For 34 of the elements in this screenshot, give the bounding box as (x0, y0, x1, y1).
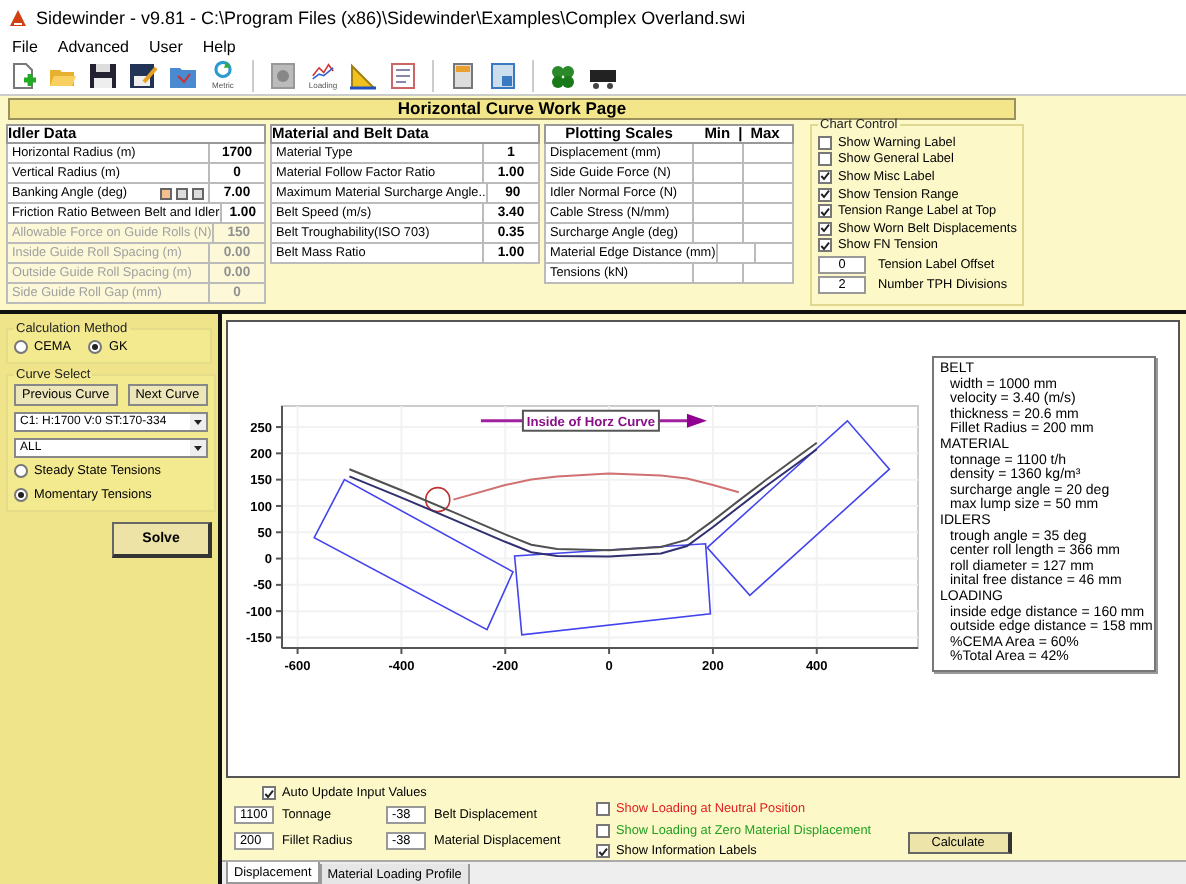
radio-button[interactable] (88, 339, 103, 354)
chart-icon (310, 60, 336, 82)
report-icon[interactable] (388, 61, 418, 89)
checkbox[interactable] (596, 844, 610, 859)
radio-button[interactable] (14, 339, 28, 354)
checkbox[interactable] (596, 802, 610, 817)
checkbox[interactable] (596, 823, 610, 838)
checkbox[interactable] (262, 786, 276, 801)
checkbox[interactable] (818, 238, 832, 253)
save-edit-icon[interactable] (128, 61, 158, 89)
cluster-icon[interactable] (548, 61, 578, 89)
app-icon (8, 8, 28, 28)
window-title: Sidewinder - v9.81 - C:\Program Files (x86)\Sidewinder\Examples\Complex Overland.swi (36, 8, 746, 28)
checkbox[interactable] (818, 169, 832, 184)
radio-button[interactable] (14, 464, 28, 479)
checkbox[interactable] (818, 135, 832, 150)
menu-item[interactable]: File (12, 37, 38, 55)
checkbox[interactable] (818, 221, 832, 236)
new-file-icon[interactable] (8, 61, 38, 89)
document-icon[interactable] (488, 61, 518, 89)
radio-button[interactable] (14, 487, 28, 502)
save-icon[interactable] (88, 61, 118, 89)
caret-icon[interactable] (189, 413, 206, 430)
checkbox[interactable] (818, 152, 832, 167)
refresh-icon (210, 60, 236, 82)
page-title: Horizontal Curve Work Page (8, 98, 1016, 120)
menu-item[interactable]: User (148, 37, 183, 55)
ruler-icon[interactable] (348, 61, 378, 89)
checkbox[interactable] (818, 187, 832, 202)
menu-item[interactable]: Help (202, 37, 236, 55)
caret-icon[interactable] (189, 439, 206, 456)
checkbox[interactable] (818, 204, 832, 219)
menu-item[interactable]: Advanced (57, 37, 129, 55)
lump-marker (424, 486, 451, 513)
